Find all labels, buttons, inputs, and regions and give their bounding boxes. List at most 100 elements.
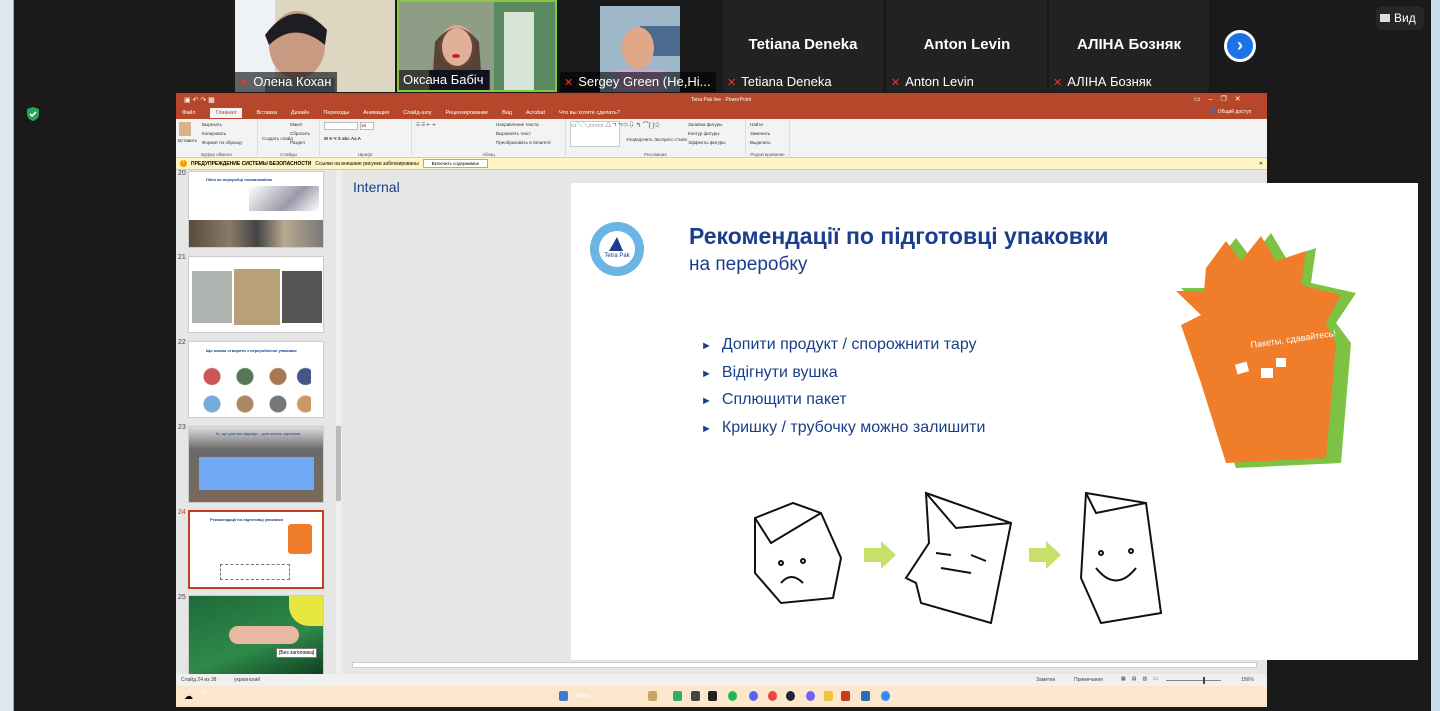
participant-name: ✕ Tetiana Deneka bbox=[727, 74, 832, 89]
group-paragraph: ☰ ☰ ⇤ ⇥ Направление текста Выровнять тек… bbox=[412, 119, 566, 158]
comments-button[interactable]: Примечания bbox=[1074, 677, 1103, 683]
svg-text:Tetra Pak: Tetra Pak bbox=[604, 253, 630, 259]
ribbon-tab[interactable]: Acrobat bbox=[526, 110, 545, 116]
ribbon-tab[interactable]: Что вы хотите сделать? bbox=[559, 110, 620, 116]
view-buttons[interactable]: ▦▤▥▭ bbox=[1121, 676, 1164, 682]
shape-effects-button[interactable]: Эффекты фигуры bbox=[688, 140, 726, 145]
ribbon-tab[interactable]: Слайд-шоу bbox=[403, 110, 432, 116]
slide-thumbnail[interactable]: Що можна створити з переробленої упаковк… bbox=[188, 341, 324, 418]
quick-styles-button[interactable]: Экспресс-стили bbox=[654, 137, 687, 142]
ribbon-tab[interactable]: Файл bbox=[182, 110, 196, 116]
slide-thumbnail[interactable] bbox=[188, 256, 324, 333]
bullet-list: ► Допити продукт / спорожнити тару ► Відіг… bbox=[701, 332, 985, 442]
font-size-input[interactable]: 18 bbox=[360, 122, 374, 130]
enable-content-button[interactable]: Включить содержимое bbox=[422, 159, 489, 168]
ribbon-tab[interactable]: Вставка bbox=[256, 110, 276, 116]
copy-button[interactable]: Копировать bbox=[202, 131, 226, 136]
quick-access-icons[interactable]: ▣ ↶ ↷ ▦ bbox=[184, 96, 215, 104]
slide-thumbnail[interactable]: Те, що для вас відходи – для когось сиро… bbox=[188, 426, 324, 503]
list-buttons[interactable]: ☰ ☰ ⇤ ⇥ bbox=[416, 122, 435, 128]
slide-thumbnail[interactable] bbox=[188, 595, 324, 674]
close-icon[interactable]: ✕ bbox=[1259, 161, 1263, 167]
participant-tile[interactable]: АЛІНА Бозняк ✕ АЛІНА Бозняк bbox=[1049, 0, 1209, 92]
shape-outline-button[interactable]: Контур фигуры bbox=[688, 131, 719, 136]
participant-tile[interactable]: ✕ Sergey Green (Не,Hi... bbox=[560, 0, 720, 92]
window-controls[interactable]: ▭–❐✕ bbox=[1194, 95, 1249, 103]
search-box[interactable]: Поиск bbox=[576, 693, 590, 699]
start-icon[interactable] bbox=[559, 691, 568, 701]
align-text-button[interactable]: Выровнять текст bbox=[496, 131, 531, 136]
app-icon[interactable] bbox=[861, 691, 870, 701]
chevron-right-icon[interactable]: › bbox=[1224, 30, 1256, 62]
font-name-input[interactable] bbox=[324, 122, 358, 130]
text-direction-button[interactable]: Направление текста bbox=[496, 122, 539, 127]
participant-name: ✕ АЛІНА Бозняк bbox=[1053, 74, 1152, 89]
title-bar: ▣ ↶ ↷ ▦ Tetra Pak live - PowerPoint ▭–❐✕ bbox=[176, 93, 1267, 106]
font-format-buttons[interactable]: Ж К Ч S abc Aa A bbox=[324, 136, 361, 141]
ribbon-tab[interactable]: Дизайн bbox=[291, 110, 310, 116]
replace-button[interactable]: Заменить bbox=[750, 131, 770, 136]
section-button[interactable]: Раздел bbox=[290, 140, 305, 145]
zoom-level[interactable]: 156% bbox=[1241, 677, 1254, 683]
language-indicator[interactable]: украинский bbox=[234, 677, 260, 683]
chrome-icon[interactable] bbox=[768, 691, 777, 701]
app-icon[interactable] bbox=[691, 691, 700, 701]
smartart-button[interactable]: Преобразовать в SmartArt bbox=[496, 140, 551, 145]
group-clipboard: Вставить Вырезать Копировать Формат по о… bbox=[176, 119, 258, 158]
find-button[interactable]: Найти bbox=[750, 122, 763, 127]
arrange-button[interactable]: Упорядочить bbox=[626, 137, 653, 142]
ribbon-tab[interactable]: Главная bbox=[209, 107, 243, 118]
tetra-pak-logo: Tetra Pak bbox=[590, 222, 644, 276]
app-icon[interactable] bbox=[673, 691, 682, 701]
zoom-slider[interactable] bbox=[1166, 677, 1221, 684]
select-button[interactable]: Выделить bbox=[750, 140, 771, 145]
powerpoint-icon[interactable] bbox=[841, 691, 850, 701]
ribbon-tab[interactable]: Переходы bbox=[323, 110, 349, 116]
slide-thumbnail-selected[interactable]: Рекомендації по підготовці упаковки bbox=[188, 510, 324, 589]
slide-editor: Internal Tetra Pak Рекомендації по підго… bbox=[342, 170, 1418, 674]
paste-button[interactable]: Вставить bbox=[178, 138, 197, 143]
discord-icon[interactable] bbox=[749, 691, 758, 701]
security-warning-bar: ! ПРЕДУПРЕЖДЕНИЕ СИСТЕМЫ БЕЗОПАСНОСТИ Сс… bbox=[176, 158, 1267, 170]
notes-button[interactable]: Заметки bbox=[1036, 677, 1055, 683]
view-button[interactable]: Вид bbox=[1376, 6, 1424, 30]
shield-check-icon[interactable] bbox=[25, 106, 41, 122]
participant-name: ✕ Sergey Green (Не,Hi... bbox=[560, 72, 717, 92]
mic-muted-icon: ✕ bbox=[239, 77, 249, 89]
participant-name: ✕ Олена Кохан bbox=[235, 72, 338, 92]
taskbar: ☁ 15° Поиск bbox=[176, 686, 1267, 707]
ribbon-tab[interactable]: Анимация bbox=[363, 110, 389, 116]
editor-scrollbar[interactable] bbox=[1434, 170, 1440, 660]
layout-button[interactable]: Макет bbox=[290, 122, 303, 127]
participant-tile[interactable]: Tetiana Deneka ✕ Tetiana Deneka bbox=[723, 0, 883, 92]
participant-tile[interactable]: ✕ Олена Кохан bbox=[235, 0, 395, 92]
weather-icon[interactable]: ☁ bbox=[184, 691, 193, 702]
folder-icon[interactable] bbox=[824, 691, 833, 701]
slide-thumbnail[interactable]: Лінія по переробці полиаломінію bbox=[188, 171, 324, 248]
ribbon-tab[interactable]: Рецензирование bbox=[446, 110, 488, 116]
new-slide-button[interactable]: Создать слайд bbox=[262, 136, 293, 141]
cut-button[interactable]: Вырезать bbox=[202, 122, 222, 127]
format-painter-button[interactable]: Формат по образцу bbox=[202, 140, 242, 145]
mic-muted-icon: ✕ bbox=[1053, 77, 1063, 89]
shape-fill-button[interactable]: Заливка фигуры bbox=[688, 122, 722, 127]
bullet-item: ► Кришку / трубочку можно залишити bbox=[701, 418, 986, 436]
participant-tile-active[interactable]: Оксана Бабіч bbox=[397, 0, 557, 92]
ribbon-tab[interactable]: Вид bbox=[502, 110, 512, 116]
zoom-icon[interactable] bbox=[881, 691, 890, 701]
participant-tile[interactable]: Anton Levin ✕ Anton Levin bbox=[887, 0, 1047, 92]
steam-icon[interactable] bbox=[786, 691, 795, 701]
group-font: 18 Ж К Ч S abc Aa A Шрифт bbox=[320, 119, 412, 158]
reset-button[interactable]: Сбросить bbox=[290, 131, 310, 136]
participant-name: ✕ Anton Levin bbox=[891, 74, 974, 89]
viber-icon[interactable] bbox=[806, 691, 815, 701]
spotify-icon[interactable] bbox=[728, 691, 737, 701]
share-button[interactable]: 👤 Общий доступ bbox=[1210, 109, 1251, 115]
app-icon[interactable] bbox=[708, 691, 717, 701]
file-explorer-icon[interactable] bbox=[648, 691, 657, 701]
group-editing: Найти Заменить Выделить Редактирование bbox=[746, 119, 790, 158]
shapes-gallery[interactable]: ▭╲╲▭○▭ △ㄱㄱ⇨⇩ ↰ ⌒{ }☆ bbox=[570, 121, 660, 147]
window-border-left bbox=[0, 0, 14, 711]
slide-canvas[interactable]: Tetra Pak Рекомендації по підготовці упа… bbox=[571, 183, 1418, 660]
horizontal-scrollbar[interactable] bbox=[352, 662, 1257, 668]
